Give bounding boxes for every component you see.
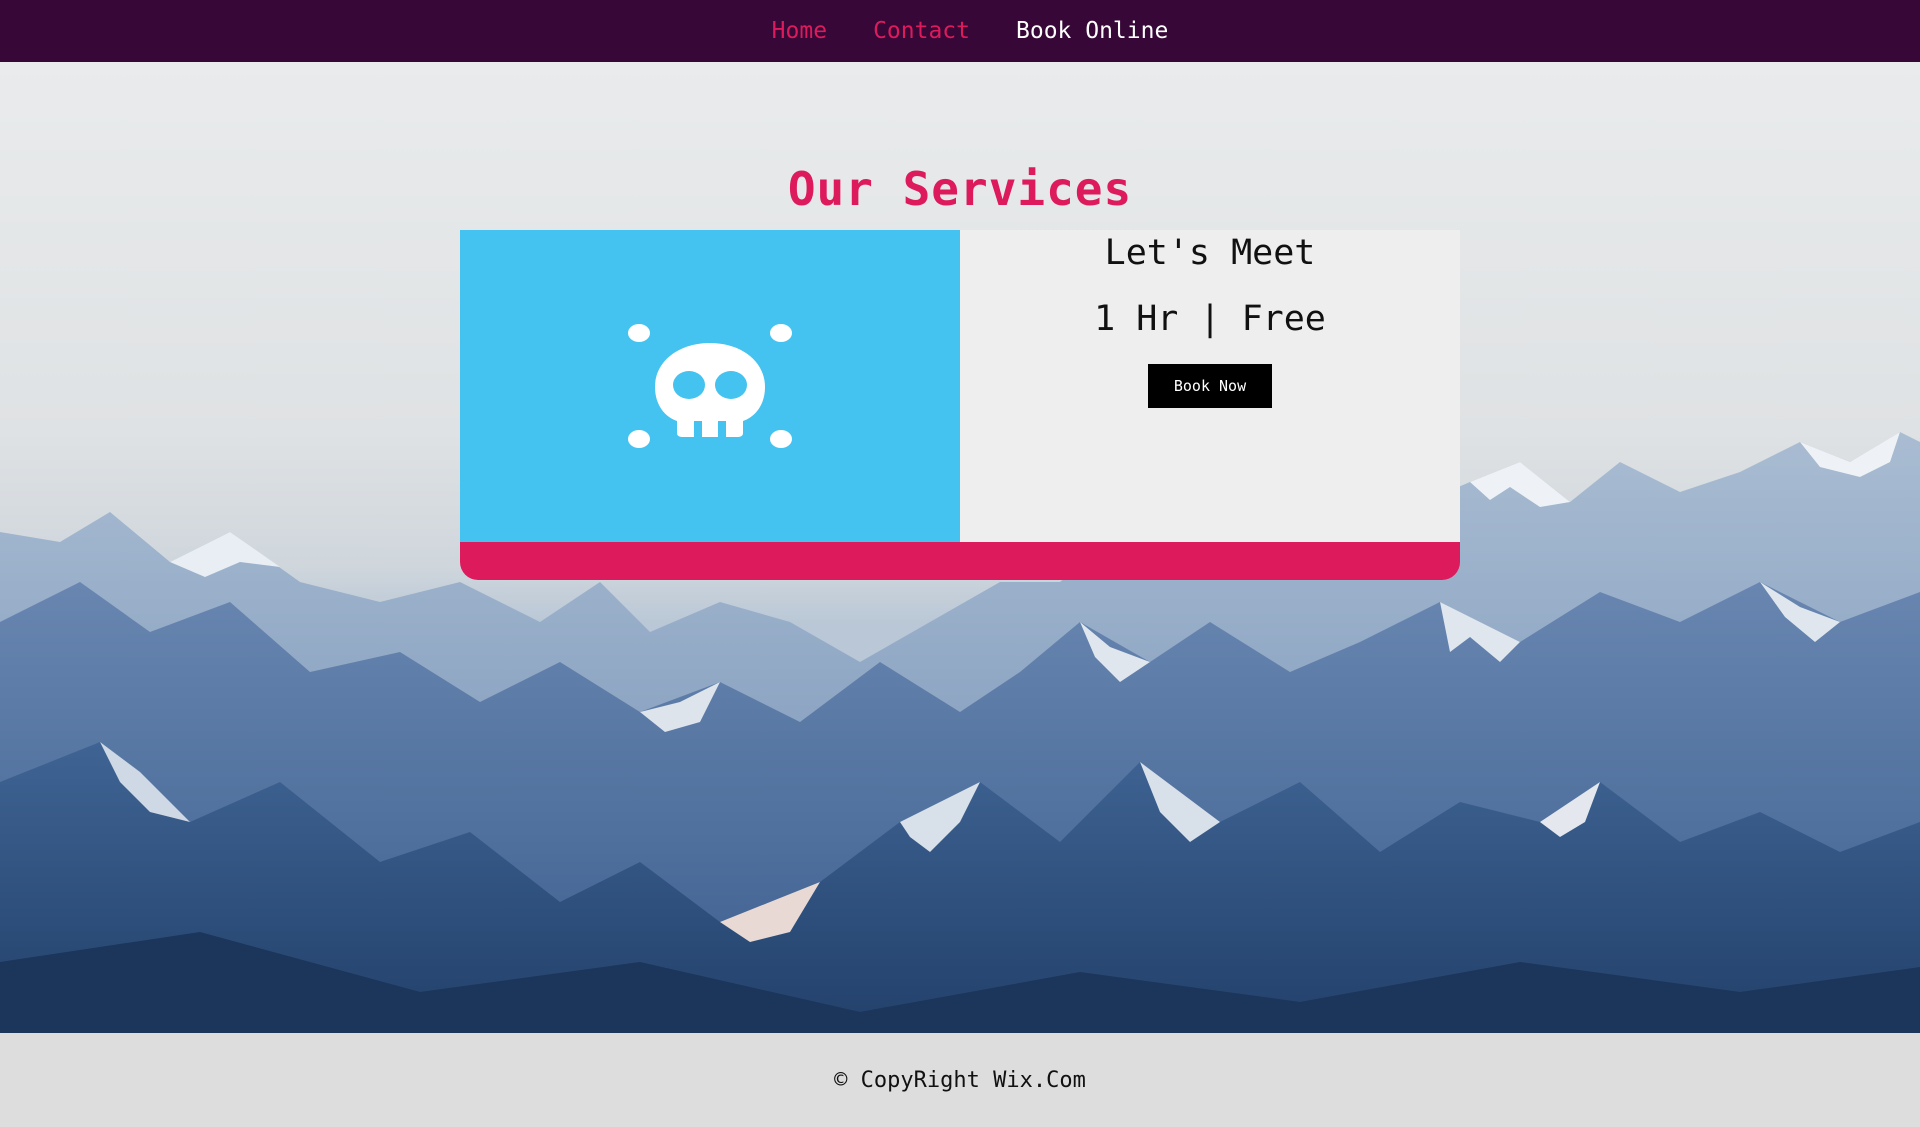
- hero-section: Our Services Let's Meet 1 Hr | Free Book…: [0, 62, 1920, 1033]
- card-accent-bar: [460, 542, 1460, 580]
- page-title: Our Services: [787, 162, 1133, 216]
- nav-item-book-online[interactable]: Book Online: [1016, 0, 1168, 62]
- service-image: [460, 230, 960, 542]
- skull-icon: [628, 324, 792, 448]
- nav-item-home[interactable]: Home: [772, 0, 827, 62]
- page-footer: © CopyRight Wix.Com: [0, 1033, 1920, 1127]
- service-name: Let's Meet: [1104, 233, 1316, 273]
- top-nav: Home Contact Book Online: [0, 0, 1920, 62]
- service-card: Let's Meet 1 Hr | Free Book Now: [460, 230, 1460, 580]
- nav-links: Home Contact Book Online: [772, 0, 1169, 62]
- service-info: Let's Meet 1 Hr | Free Book Now: [960, 230, 1460, 542]
- book-now-button[interactable]: Book Now: [1148, 364, 1272, 408]
- copyright-text: © CopyRight Wix.Com: [834, 1067, 1086, 1093]
- service-duration-price: 1 Hr | Free: [1094, 299, 1326, 339]
- nav-item-contact[interactable]: Contact: [873, 0, 970, 62]
